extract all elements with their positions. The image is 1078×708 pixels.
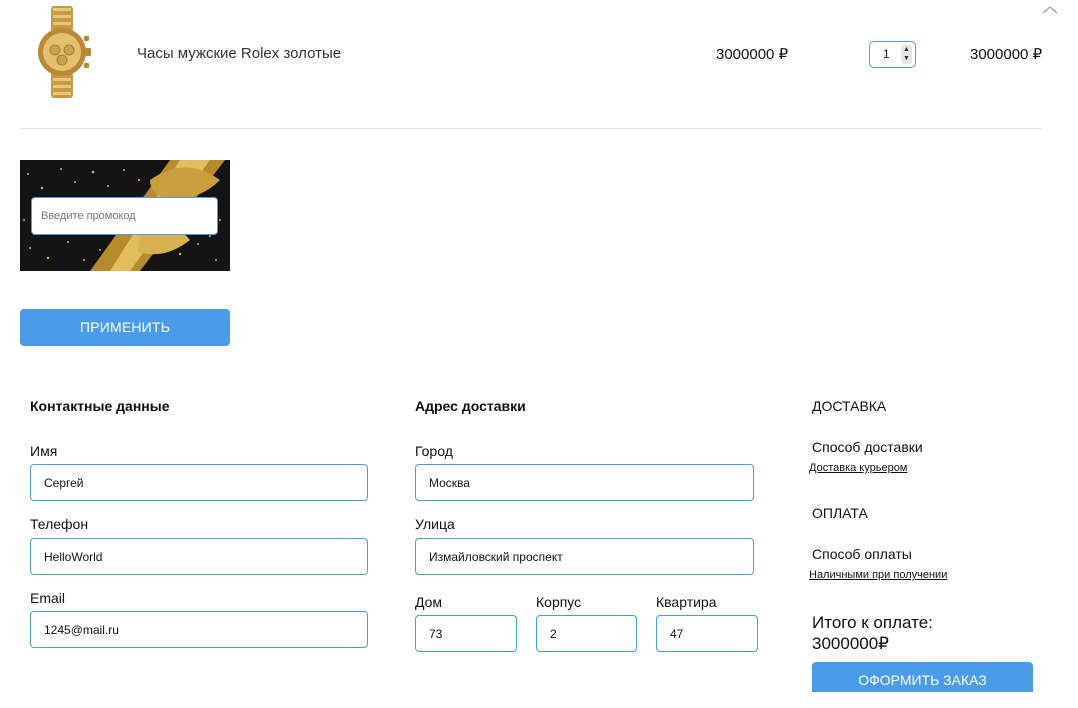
promo-code-input[interactable]	[31, 197, 218, 235]
building-value[interactable]: 2	[550, 627, 557, 641]
quantity-spin-icon[interactable]: ▲ ▼	[901, 45, 912, 64]
chevron-up-icon[interactable]	[1040, 4, 1060, 16]
place-order-button[interactable]: ОФОРМИТЬ ЗАКАЗ	[812, 662, 1033, 692]
city-label: Город	[415, 443, 453, 459]
quantity-stepper[interactable]: 1 ▲ ▼	[869, 41, 916, 68]
house-field[interactable]: 73	[415, 615, 517, 652]
contact-section-title: Контактные данные	[30, 398, 170, 414]
email-field[interactable]: 1245@mail.ru	[30, 611, 368, 648]
email-label: Email	[30, 590, 66, 606]
house-label: Дом	[415, 594, 443, 610]
name-value[interactable]: Сергей	[44, 476, 84, 490]
city-value[interactable]: Москва	[429, 476, 470, 490]
phone-value[interactable]: HelloWorld	[44, 550, 102, 564]
delivery-method-link[interactable]: Доставка курьером	[809, 462, 907, 474]
payment-method-label: Способ оплаты	[812, 546, 912, 562]
street-value[interactable]: Измайловский проспект	[429, 550, 563, 564]
payment-title: ОПЛАТА	[812, 505, 868, 521]
order-total-value: 3000000₽	[812, 634, 889, 653]
order-total: Итого к оплате: 3000000₽	[812, 612, 933, 654]
house-value[interactable]: 73	[429, 627, 442, 641]
divider	[20, 128, 1042, 129]
building-field[interactable]: 2	[536, 615, 637, 652]
street-field[interactable]: Измайловский проспект	[415, 538, 754, 575]
phone-field[interactable]: HelloWorld	[30, 538, 368, 575]
street-label: Улица	[415, 516, 455, 532]
apartment-field[interactable]: 47	[656, 615, 758, 652]
delivery-method-label: Способ доставки	[812, 439, 923, 455]
apartment-value[interactable]: 47	[670, 627, 683, 641]
order-total-label: Итого к оплате:	[812, 613, 933, 632]
name-label: Имя	[30, 443, 58, 459]
apply-promo-button[interactable]: ПРИМЕНИТЬ	[20, 309, 230, 346]
product-total: 3000000 ₽	[970, 46, 1043, 63]
building-label: Корпус	[536, 594, 582, 610]
email-value[interactable]: 1245@mail.ru	[44, 623, 119, 637]
product-image	[26, 6, 98, 98]
payment-method-link[interactable]: Наличными при получении	[809, 569, 947, 581]
city-field[interactable]: Москва	[415, 464, 754, 501]
product-price: 3000000 ₽	[716, 46, 789, 63]
apartment-label: Квартира	[656, 594, 717, 610]
product-name[interactable]: Часы мужские Rolex золотые	[137, 45, 341, 62]
address-section-title: Адрес доставки	[415, 398, 526, 414]
phone-label: Телефон	[30, 516, 89, 532]
name-field[interactable]: Сергей	[30, 464, 368, 501]
quantity-value[interactable]: 1	[883, 47, 890, 61]
delivery-title: ДОСТАВКА	[812, 398, 887, 414]
